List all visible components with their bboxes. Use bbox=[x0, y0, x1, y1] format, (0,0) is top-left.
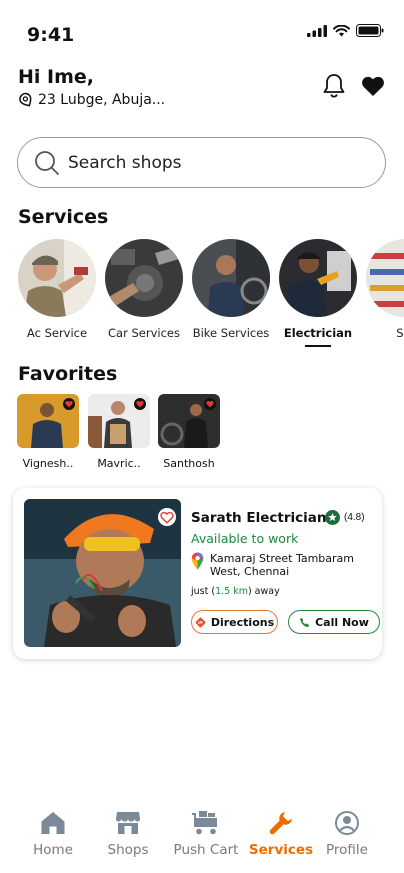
service-bike[interactable]: Bike Services bbox=[191, 239, 271, 340]
nav-label: Push Cart bbox=[173, 842, 239, 858]
call-label: Call Now bbox=[315, 615, 369, 629]
search-icon bbox=[35, 150, 59, 175]
favorites-button[interactable] bbox=[360, 72, 386, 100]
service-label: Electrician bbox=[283, 326, 353, 340]
directions-button[interactable]: Directions bbox=[191, 610, 278, 634]
rating-value: (4.8) bbox=[344, 512, 365, 523]
nav-label: Profile bbox=[326, 842, 368, 858]
address-text: Kamaraj Street Tambaram West, Chennai bbox=[210, 552, 354, 578]
shop-photo bbox=[24, 499, 181, 647]
nav-home[interactable]: Home bbox=[15, 810, 91, 858]
service-label: Bike Services bbox=[192, 326, 270, 340]
service-car[interactable]: Car Services bbox=[104, 239, 184, 340]
map-pin-icon bbox=[191, 552, 204, 570]
shop-name: Sarath Electrician bbox=[191, 510, 327, 526]
shop-distance: just (1.5 km) away bbox=[191, 586, 280, 597]
directions-label: Directions bbox=[210, 615, 275, 629]
service-label: Car Services bbox=[108, 326, 180, 340]
location-text: 23 Lubge, Abuja... bbox=[38, 92, 166, 108]
service-electrician-photo bbox=[279, 239, 357, 317]
nav-label: Shops bbox=[107, 842, 149, 858]
home-icon bbox=[41, 812, 65, 834]
services-title: Services bbox=[18, 206, 109, 228]
greeting: Hi Ime, bbox=[18, 66, 94, 88]
bell-icon bbox=[323, 74, 345, 98]
service-electrician[interactable]: Electrician bbox=[278, 239, 358, 347]
address-line-2: West, Chennai bbox=[210, 565, 290, 578]
notifications-button[interactable] bbox=[321, 72, 347, 100]
location[interactable]: 23 Lubge, Abuja... bbox=[18, 92, 165, 108]
service-car-photo bbox=[105, 239, 183, 317]
wifi-icon bbox=[333, 24, 350, 36]
distance-value: 1.5 km bbox=[215, 586, 248, 597]
service-ac[interactable]: Ac Service bbox=[17, 239, 97, 340]
services-carousel[interactable]: Ac Service Car Services Bike Services El… bbox=[17, 239, 404, 349]
service-salon-photo bbox=[366, 239, 404, 317]
favorite-heart-icon[interactable] bbox=[63, 398, 75, 410]
nav-profile[interactable]: Profile bbox=[309, 810, 385, 858]
shop-rating: (4.8) bbox=[325, 510, 365, 525]
heart-icon bbox=[362, 76, 384, 96]
service-salon[interactable]: Sal bbox=[365, 239, 404, 340]
shop-card[interactable]: Sarath Electrician (4.8) Available to wo… bbox=[13, 488, 382, 659]
cart-icon bbox=[192, 811, 217, 835]
distance-prefix: just ( bbox=[191, 586, 216, 597]
favorite-name: Vignesh.. bbox=[22, 457, 74, 470]
address-line-1: Kamaraj Street Tambaram bbox=[210, 552, 355, 565]
bottom-navigation: Home Shops Push Cart Services Profile bbox=[0, 800, 404, 873]
favorite-photo bbox=[158, 394, 220, 448]
heart-outline-icon bbox=[160, 511, 174, 524]
favorite-item[interactable]: Santhosh bbox=[158, 394, 220, 470]
location-pin-icon bbox=[19, 92, 32, 107]
directions-icon bbox=[195, 617, 206, 627]
wrench-icon bbox=[269, 812, 292, 835]
favorite-heart-icon[interactable] bbox=[134, 398, 146, 410]
phone-icon bbox=[300, 617, 310, 627]
favorites-title: Favorites bbox=[18, 363, 118, 385]
status-time: 9:41 bbox=[27, 24, 75, 46]
favorite-item[interactable]: Mavric.. bbox=[88, 394, 150, 470]
status-icons bbox=[307, 24, 384, 37]
star-icon bbox=[325, 510, 340, 525]
favorite-name: Santhosh bbox=[163, 457, 215, 470]
distance-suffix: ) away bbox=[247, 586, 280, 597]
nav-push-cart[interactable]: Push Cart bbox=[168, 810, 244, 858]
search-bar[interactable] bbox=[17, 137, 386, 188]
favorite-name: Mavric.. bbox=[97, 457, 141, 470]
availability-status: Available to work bbox=[191, 531, 299, 546]
nav-label: Home bbox=[33, 842, 73, 858]
nav-label: Services bbox=[248, 842, 314, 858]
favorite-photo bbox=[88, 394, 150, 448]
search-input[interactable] bbox=[68, 152, 348, 173]
cellular-signal-icon bbox=[307, 24, 327, 37]
favorite-item[interactable]: Vignesh.. bbox=[17, 394, 79, 470]
card-favorite-button[interactable] bbox=[158, 508, 176, 526]
battery-icon bbox=[356, 24, 384, 37]
favorite-photo bbox=[17, 394, 79, 448]
service-label: Sal bbox=[396, 326, 404, 340]
active-indicator bbox=[305, 345, 331, 347]
nav-shops[interactable]: Shops bbox=[90, 810, 166, 858]
shop-icon bbox=[116, 812, 140, 834]
favorite-heart-icon[interactable] bbox=[204, 398, 216, 410]
shop-address: Kamaraj Street Tambaram West, Chennai bbox=[191, 552, 354, 578]
call-now-button[interactable]: Call Now bbox=[288, 610, 380, 634]
service-ac-photo bbox=[18, 239, 96, 317]
service-label: Ac Service bbox=[26, 326, 88, 340]
service-bike-photo bbox=[192, 239, 270, 317]
status-bar: 9:41 bbox=[0, 0, 404, 60]
profile-icon bbox=[335, 811, 359, 835]
nav-services[interactable]: Services bbox=[243, 810, 319, 858]
